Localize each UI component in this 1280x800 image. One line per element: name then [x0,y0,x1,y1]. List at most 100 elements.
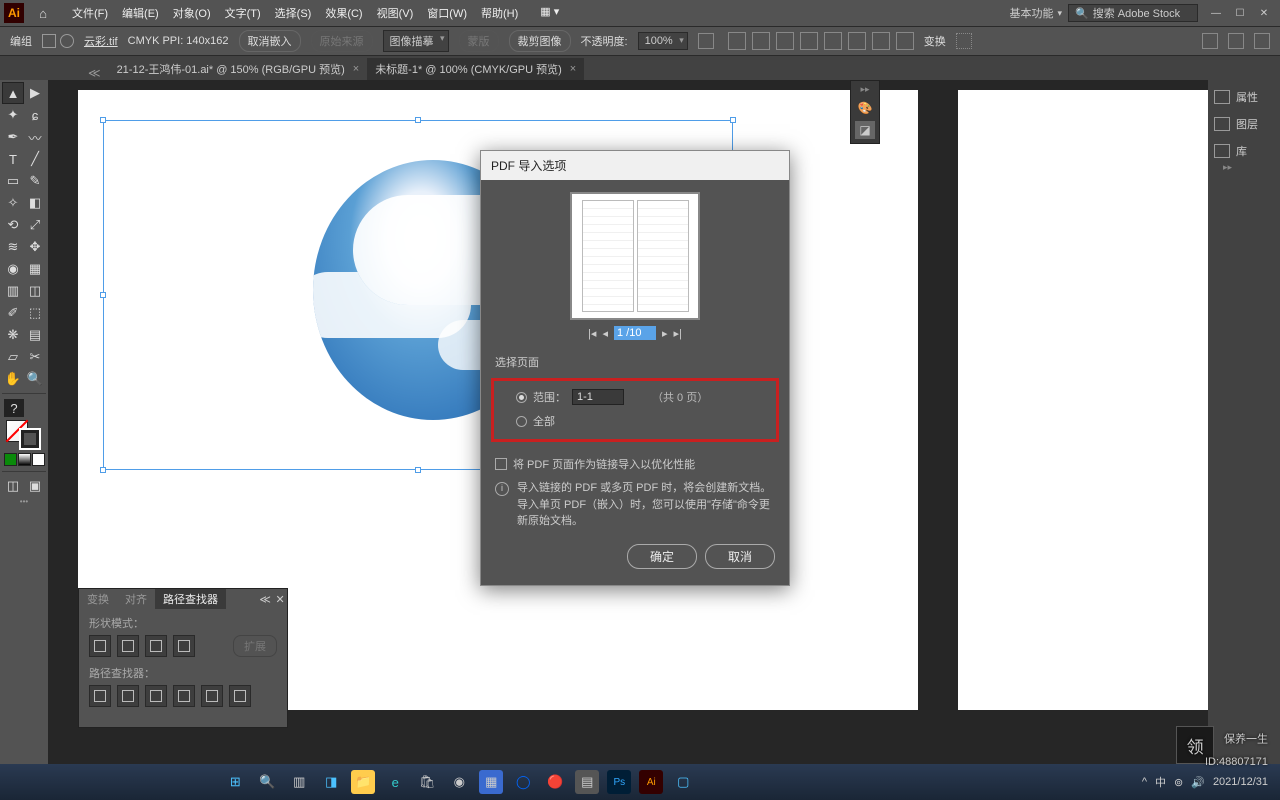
edge-icon[interactable]: e [383,770,407,794]
ime-icon[interactable]: 中 [1155,774,1166,790]
volume-icon[interactable]: 🔊 [1191,776,1205,789]
panel-close-icon[interactable]: ✕ [275,593,284,606]
panel-toggle-2[interactable] [1228,33,1244,49]
layers-panel[interactable]: 图层 [1208,111,1280,137]
home-icon[interactable]: ⌂ [30,3,56,23]
panel-toggle-1[interactable] [1202,33,1218,49]
color-mode[interactable] [4,453,17,466]
search-stock[interactable]: 🔍搜索 Adobe Stock [1068,4,1198,22]
taskbar-search-icon[interactable]: 🔍 [255,770,279,794]
clock[interactable]: 2021/12/31 [1213,776,1268,788]
handle-bl[interactable] [100,467,106,473]
prev-page-icon[interactable]: ◂ [602,327,608,340]
close-button[interactable]: ✕ [1252,4,1276,22]
panel-toggle-3[interactable] [1254,33,1270,49]
trace-dropdown[interactable]: 图像描摹 [383,30,449,52]
handle-tr[interactable] [730,117,736,123]
app-icon-1[interactable]: ▦ [479,770,503,794]
wifi-icon[interactable]: ⊚ [1174,776,1183,789]
artboard-tool[interactable]: ▱ [2,346,24,368]
menu-window[interactable]: 窗口(W) [421,2,473,24]
align-1[interactable] [728,32,746,50]
exclude-button[interactable] [173,635,195,657]
align-4[interactable] [800,32,818,50]
align-3[interactable] [776,32,794,50]
app-icon-4[interactable]: ▤ [575,770,599,794]
gradient-mode[interactable] [18,453,31,466]
screen-mode[interactable]: ▣ [24,475,46,497]
dock-expand-icon[interactable]: ▸▸ [1223,162,1232,173]
ps-icon[interactable]: Ps [607,770,631,794]
ai-icon[interactable]: Ai [639,770,663,794]
layout-icon[interactable]: ▦ ▾ [534,2,565,24]
app-icon-3[interactable]: 🔴 [543,770,567,794]
none-mode[interactable] [32,453,45,466]
tab-pathfinder[interactable]: 路径查找器 [155,589,226,609]
menu-select[interactable]: 选择(S) [269,2,318,24]
curvature-tool[interactable]: 〰 [24,126,46,148]
gradient-tool[interactable]: ◫ [24,280,46,302]
menu-effect[interactable]: 效果(C) [319,2,368,24]
align-7[interactable] [872,32,890,50]
app-icon-5[interactable]: ▢ [671,770,695,794]
explorer-icon[interactable]: 📁 [351,770,375,794]
align-5[interactable] [824,32,842,50]
cancel-button[interactable]: 取消 [705,544,775,569]
close-icon[interactable]: × [570,63,576,75]
eraser-tool[interactable]: ◧ [24,192,46,214]
color-panel-icon[interactable]: 🎨 [855,99,875,117]
chrome-icon[interactable]: ◉ [447,770,471,794]
menu-object[interactable]: 对象(O) [167,2,217,24]
rotate-tool[interactable]: ⟲ [2,214,24,236]
zoom-tool[interactable]: 🔍 [24,368,46,390]
divide-button[interactable] [89,685,111,707]
brush-tool[interactable]: ✎ [24,170,46,192]
last-page-icon[interactable]: ▸| [674,327,682,340]
handle-tm[interactable] [415,117,421,123]
menu-edit[interactable]: 编辑(E) [116,2,165,24]
store-icon[interactable]: 🛍 [415,770,439,794]
outline-button[interactable] [201,685,223,707]
merge-button[interactable] [145,685,167,707]
type-tool[interactable]: T [2,148,24,170]
fill-toggle[interactable]: ? [4,399,24,417]
handle-ml[interactable] [100,292,106,298]
workspace-switcher[interactable]: 基本功能▾ [1009,5,1062,21]
menu-type[interactable]: 文字(T) [219,2,267,24]
tab-doc2[interactable]: 未标题-1* @ 100% (CMYK/GPU 预览)× [367,58,584,80]
minimize-button[interactable]: — [1204,4,1228,22]
menu-view[interactable]: 视图(V) [371,2,420,24]
align-2[interactable] [752,32,770,50]
eyedropper-tool[interactable]: ✐ [2,302,24,324]
intersect-button[interactable] [145,635,167,657]
page-field[interactable]: 1 /10 [614,326,656,340]
next-page-icon[interactable]: ▸ [662,327,668,340]
direct-select-tool[interactable]: ▶ [24,82,46,104]
menu-help[interactable]: 帮助(H) [475,2,524,24]
taskview-icon[interactable]: ▥ [287,770,311,794]
mesh-tool[interactable]: ▥ [2,280,24,302]
link-icon-1[interactable] [42,34,56,48]
link-icon-2[interactable] [60,34,74,48]
first-page-icon[interactable]: |◂ [588,327,596,340]
cancel-embed-button[interactable]: 取消嵌入 [239,30,301,52]
all-radio[interactable] [516,416,527,427]
swatches-panel-icon[interactable]: ◪ [855,121,875,139]
draw-mode[interactable]: ◫ [2,475,24,497]
line-tool[interactable]: ╱ [24,148,46,170]
crop-pf-button[interactable] [173,685,195,707]
scale-tool[interactable]: ⤢ [24,214,46,236]
shape-builder-tool[interactable]: ◉ [2,258,24,280]
perspective-tool[interactable]: ▦ [24,258,46,280]
doc-list-icon[interactable]: ≪ [80,66,109,80]
magic-wand-tool[interactable]: ✦ [2,104,24,126]
pen-tool[interactable]: ✒ [2,126,24,148]
unite-button[interactable] [89,635,111,657]
maximize-button[interactable]: ☐ [1228,4,1252,22]
minus-front-button[interactable] [117,635,139,657]
align-6[interactable] [848,32,866,50]
crop-button[interactable]: 裁剪图像 [509,30,571,52]
handle-bm[interactable] [415,467,421,473]
range-radio[interactable] [516,392,527,403]
start-icon[interactable]: ⊞ [223,770,247,794]
